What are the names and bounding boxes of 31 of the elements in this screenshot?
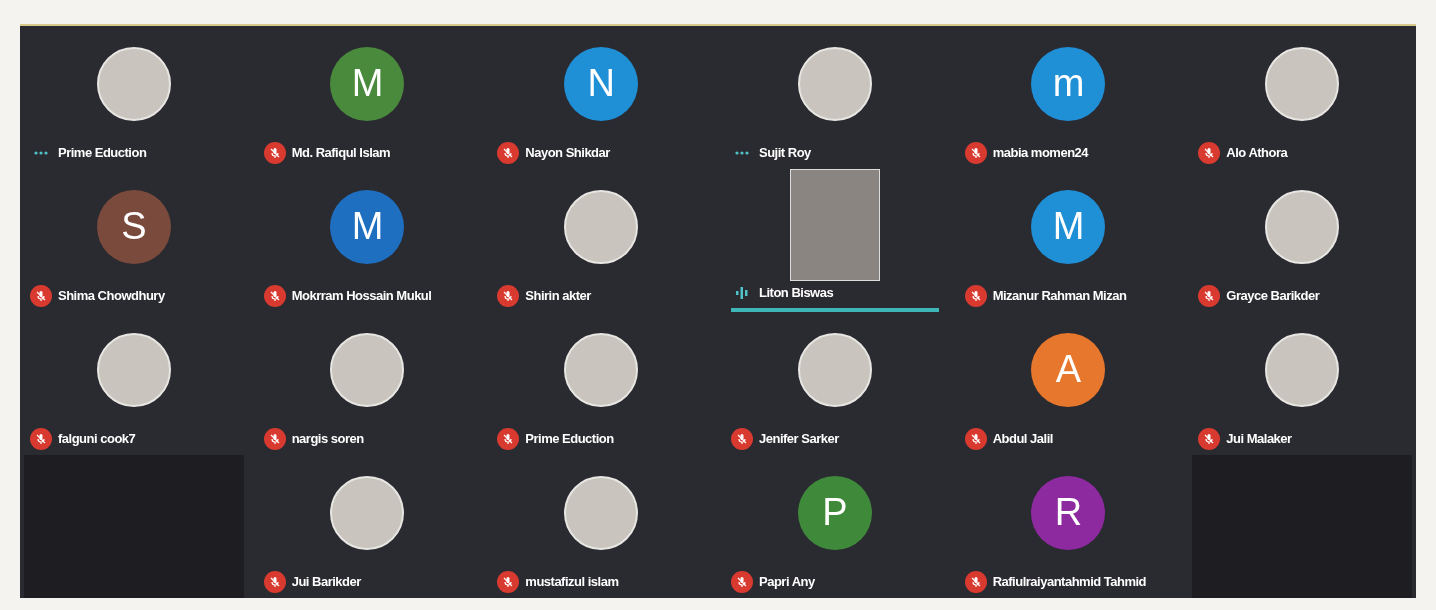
participant-name: Shirin akter xyxy=(525,287,591,306)
avatar-initial: N xyxy=(564,46,639,121)
participant-name: Rafiulraiyantahmid Tahmid xyxy=(992,573,1147,592)
avatar-initial: S xyxy=(96,189,171,264)
participant-name: mabia momen24 xyxy=(992,144,1089,163)
avatar-initial: m xyxy=(1031,46,1106,121)
participant-name: Sujit Roy xyxy=(759,144,811,163)
participant-name: Papri Any xyxy=(759,573,815,592)
participant-name: mustafizul islam xyxy=(525,573,619,592)
avatar-initial: A xyxy=(1031,332,1106,407)
participant-name: Jui Malaker xyxy=(1226,430,1292,449)
participant-name: Mokrram Hossain Mukul xyxy=(291,287,432,306)
participant-name: Grayce Barikder xyxy=(1226,287,1320,306)
participant-name: Jui Barikder xyxy=(291,573,361,592)
participant-name: Abdul Jalil xyxy=(992,430,1053,449)
avatar-initial: P xyxy=(797,475,872,550)
participant-name: Prime Eduction xyxy=(58,144,147,163)
participant-name: Mizanur Rahman Mizan xyxy=(992,287,1127,306)
participant-name: Md. Rafiqul Islam xyxy=(291,144,391,163)
participant-name: Jenifer Sarker xyxy=(759,430,839,449)
avatar-initial: M xyxy=(330,46,405,121)
avatar-initial: M xyxy=(1031,189,1106,264)
participant-name: Shima Chowdhury xyxy=(58,287,165,306)
avatar-initial: R xyxy=(1031,475,1106,550)
participant-name: nargis soren xyxy=(291,430,364,449)
participant-name: Prime Eduction xyxy=(525,430,614,449)
avatar-initial: M xyxy=(330,189,405,264)
participant-name: falguni cook7 xyxy=(58,430,136,449)
participant-name: Alo Athora xyxy=(1226,144,1288,163)
participant-name: Nayon Shikdar xyxy=(525,144,610,163)
participant-name: Liton Biswas xyxy=(759,283,834,302)
